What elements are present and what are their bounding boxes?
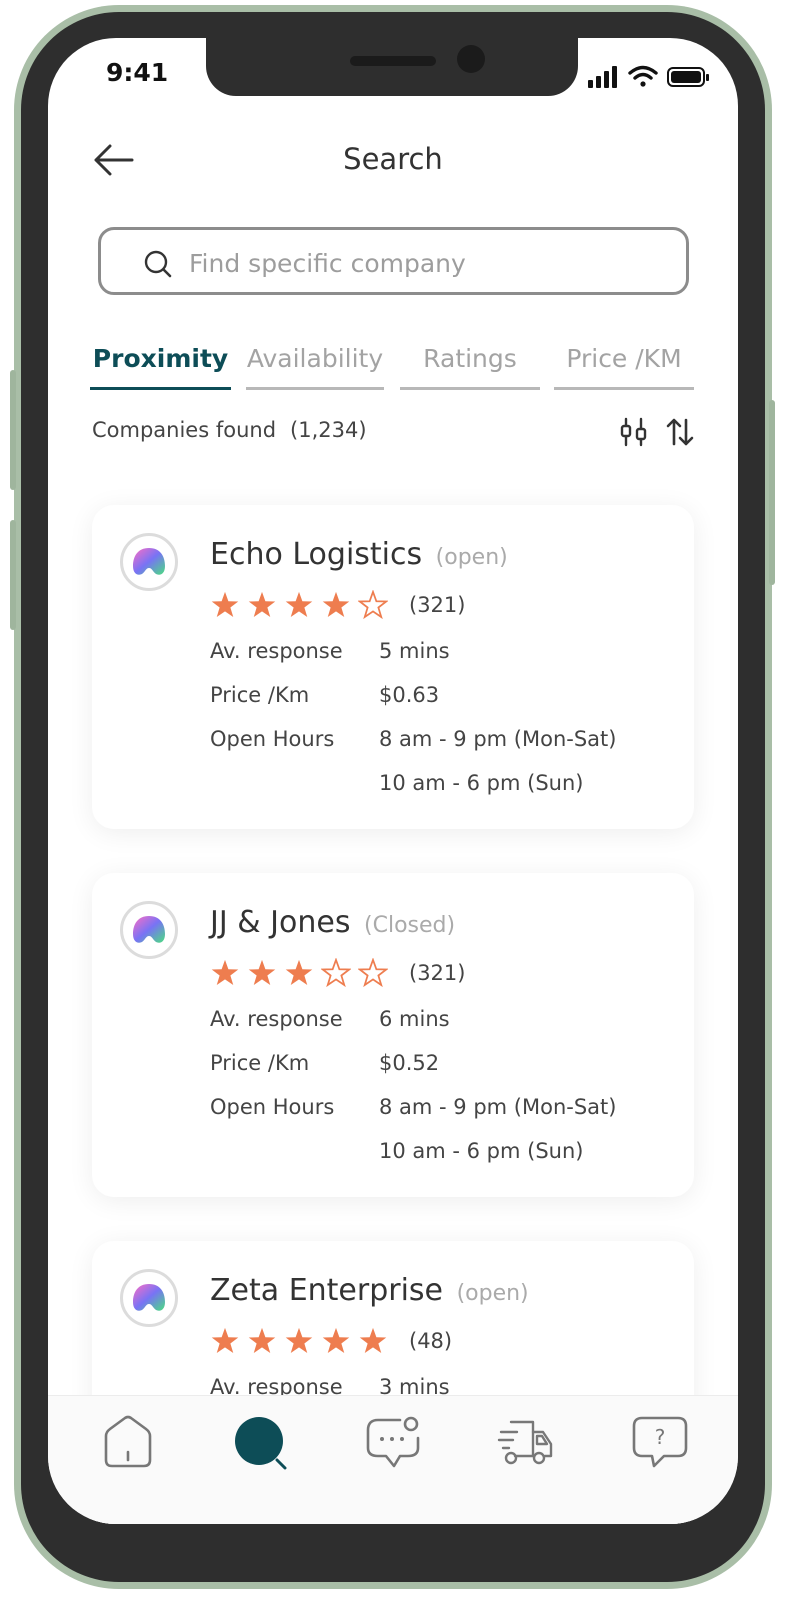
search-bar[interactable]	[98, 227, 689, 295]
bottom-nav: ?	[48, 1395, 738, 1524]
chat-icon[interactable]	[364, 1414, 424, 1470]
price-label: Price /Km	[210, 1051, 310, 1075]
results-count: (1,234)	[290, 418, 367, 442]
signal-icon	[588, 66, 617, 88]
star-filled-icon	[322, 591, 350, 617]
company-logo-mark	[133, 1284, 165, 1311]
star-filled-icon	[211, 1327, 239, 1353]
response-label: Av. response	[210, 1007, 343, 1031]
star-filled-icon	[285, 959, 313, 985]
phone-camera	[457, 45, 485, 73]
star-filled-icon	[322, 1327, 350, 1353]
hours-sunday: 10 am - 6 pm (Sun)	[379, 1139, 584, 1163]
price-value: $0.63	[379, 683, 440, 707]
rating-stars: (48)	[210, 1325, 452, 1357]
company-name-row: JJ & Jones (Closed)	[210, 905, 455, 940]
star-filled-icon	[211, 591, 239, 617]
search-input[interactable]	[187, 240, 671, 286]
hours-label: Open Hours	[210, 1095, 335, 1119]
filter-icon[interactable]	[620, 417, 648, 447]
volume-down-button	[10, 520, 16, 630]
rating-stars: (321)	[210, 957, 465, 989]
star-empty-icon	[358, 958, 388, 988]
sort-icon[interactable]	[665, 417, 695, 447]
svg-text:?: ?	[655, 1425, 666, 1449]
star-filled-icon	[285, 1327, 313, 1353]
company-name: JJ & Jones	[210, 905, 351, 940]
wifi-icon	[628, 65, 658, 87]
tab-price-per-km[interactable]: Price /KM	[554, 344, 694, 390]
company-name-row: Zeta Enterprise (open)	[210, 1273, 529, 1308]
star-filled-icon	[285, 591, 313, 617]
results-label: Companies found	[92, 418, 277, 442]
hours-weekday: 8 am - 9 pm (Mon-Sat)	[379, 1095, 617, 1119]
page-title: Search	[343, 142, 443, 176]
hours-label: Open Hours	[210, 727, 335, 751]
company-name: Echo Logistics	[210, 537, 423, 572]
review-count: (48)	[409, 1329, 453, 1353]
response-value: 6 mins	[379, 1007, 450, 1031]
star-filled-icon	[248, 591, 276, 617]
home-icon[interactable]	[98, 1414, 158, 1470]
review-count: (321)	[409, 593, 466, 617]
company-name: Zeta Enterprise	[210, 1273, 444, 1308]
company-card[interactable]: Echo Logistics (open) (321) Av. response…	[92, 505, 694, 829]
response-value: 5 mins	[379, 639, 450, 663]
search-icon	[144, 250, 172, 278]
star-empty-icon	[321, 958, 351, 988]
company-status: (open)	[435, 545, 508, 570]
delivery-truck-icon[interactable]	[497, 1414, 557, 1470]
tab-availability[interactable]: Availability	[246, 344, 384, 390]
hours-weekday: 8 am - 9 pm (Mon-Sat)	[379, 727, 617, 751]
app-screen: 9:41 Search Proximity Availability Ra	[48, 38, 738, 1524]
battery-icon	[667, 67, 709, 87]
phone-speaker	[350, 56, 436, 66]
company-logo	[120, 1269, 178, 1327]
company-logo-mark	[133, 916, 165, 943]
company-logo-mark	[133, 548, 165, 575]
search-icon[interactable]	[231, 1414, 291, 1470]
price-label: Price /Km	[210, 683, 310, 707]
star-filled-icon	[248, 959, 276, 985]
company-status: (open)	[456, 1281, 529, 1306]
hours-sunday: 10 am - 6 pm (Sun)	[379, 771, 584, 795]
star-filled-icon	[211, 959, 239, 985]
status-time: 9:41	[106, 58, 169, 87]
volume-up-button	[10, 370, 16, 490]
response-label: Av. response	[210, 639, 343, 663]
price-value: $0.52	[379, 1051, 440, 1075]
company-name-row: Echo Logistics (open)	[210, 537, 508, 572]
results-summary: Companies found (1,234)	[92, 418, 367, 442]
review-count: (321)	[409, 961, 466, 985]
status-icons	[588, 65, 709, 88]
company-logo	[120, 533, 178, 591]
help-icon[interactable]: ?	[630, 1414, 690, 1470]
company-logo	[120, 901, 178, 959]
star-filled-icon	[248, 1327, 276, 1353]
phone-notch	[206, 38, 578, 96]
rating-stars: (321)	[210, 589, 465, 621]
star-empty-icon	[358, 590, 388, 620]
tab-ratings[interactable]: Ratings	[400, 344, 540, 390]
company-card[interactable]: JJ & Jones (Closed) (321) Av. response 6…	[92, 873, 694, 1197]
tab-proximity[interactable]: Proximity	[90, 344, 231, 390]
star-filled-icon	[359, 1327, 387, 1353]
power-button	[769, 400, 775, 585]
company-status: (Closed)	[364, 913, 456, 938]
